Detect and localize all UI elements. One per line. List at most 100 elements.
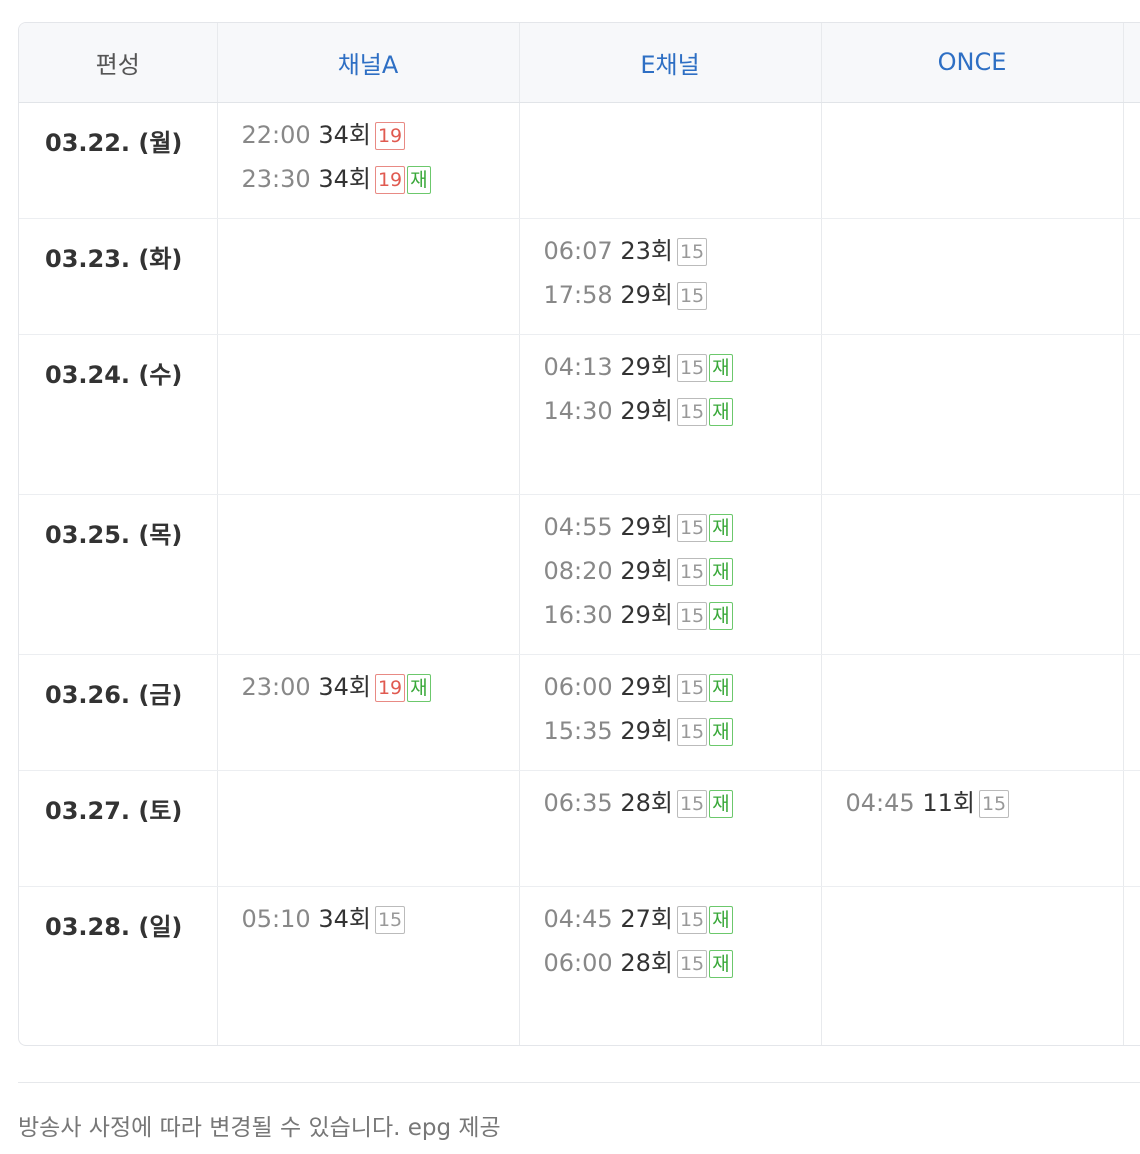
schedule-row: 03.24. (수) 04:13 29회 15 재 14:30 29회 15 재 [19, 334, 1140, 495]
table-header-row: 편성 채널A E채널 ONCE [19, 23, 1140, 103]
airing-entry[interactable]: 04:13 29회 15 재 [544, 345, 821, 389]
airing-entry[interactable]: 06:35 28회 15 재 [544, 781, 821, 825]
airing-time: 23:00 [241, 672, 311, 701]
rerun-badge: 재 [709, 353, 733, 382]
schedule-cell: 05:10 34회 15 [217, 886, 520, 1045]
airing-time: 04:13 [543, 352, 613, 381]
schedule-cell [821, 886, 1124, 1045]
airing-time: 16:30 [543, 600, 613, 629]
episode-number: 29회 [620, 280, 673, 309]
schedule-date: 03.24. (수) [19, 334, 218, 495]
airing-entry[interactable]: 05:10 34회 15 [242, 897, 519, 941]
schedule-date: 03.22. (월) [19, 102, 218, 219]
rerun-badge: 재 [407, 673, 431, 702]
schedule-cell [217, 770, 520, 887]
age-rating-badge: 15 [676, 717, 708, 746]
rerun-badge: 재 [709, 905, 733, 934]
schedule-cell: 06:35 28회 15 재 [519, 770, 822, 887]
rerun-badge: 재 [709, 673, 733, 702]
rerun-badge: 재 [709, 397, 733, 426]
schedule-date: 03.26. (금) [19, 654, 218, 771]
schedule-cell: 06:00 29회 15 재 15:35 29회 15 재 [519, 654, 822, 771]
airing-entry[interactable]: 06:07 23회 15 [544, 229, 821, 273]
schedule-date: 03.23. (화) [19, 218, 218, 335]
episode-number: 28회 [620, 948, 673, 977]
header-channel-a[interactable]: 채널A [217, 23, 520, 103]
schedule-cell: 04:55 29회 15 재 08:20 29회 15 재 16:30 29회 15 재 [519, 494, 822, 655]
airing-entry[interactable]: 17:58 29회 15 [544, 273, 821, 317]
airing-entry[interactable]: 08:20 29회 15 재 [544, 549, 821, 593]
airing-entry[interactable]: 23:30 34회 19 재 [242, 157, 519, 201]
age-rating-badge: 19 [374, 673, 406, 702]
airing-time: 06:00 [543, 672, 613, 701]
rerun-badge: 재 [709, 513, 733, 542]
schedule-cell [1123, 102, 1140, 219]
schedule-cell [1123, 770, 1140, 887]
airing-time: 23:30 [241, 164, 311, 193]
schedule-cell: 04:45 27회 15 재 06:00 28회 15 재 [519, 886, 822, 1045]
header-schedule: 편성 [19, 23, 218, 103]
episode-number: 29회 [620, 672, 673, 701]
schedule-cell [1123, 886, 1140, 1045]
airing-time: 05:10 [241, 904, 311, 933]
schedule-cell [821, 102, 1124, 219]
episode-number: 29회 [620, 396, 673, 425]
schedule-cell [821, 654, 1124, 771]
episode-number: 29회 [620, 716, 673, 745]
airing-entry[interactable]: 15:35 29회 15 재 [544, 709, 821, 753]
age-rating-badge: 15 [676, 513, 708, 542]
episode-number: 29회 [620, 352, 673, 381]
schedule-row: 03.28. (일) 05:10 34회 15 04:45 27회 15 재 06:00 2… [19, 886, 1140, 1045]
episode-number: 34회 [318, 672, 371, 701]
airing-entry[interactable]: 16:30 29회 15 재 [544, 593, 821, 637]
episode-number: 11회 [922, 788, 975, 817]
airing-entry[interactable]: 23:00 34회 19 재 [242, 665, 519, 709]
schedule-cell [217, 218, 520, 335]
airing-time: 06:35 [543, 788, 613, 817]
schedule-cell [217, 494, 520, 655]
episode-number: 27회 [620, 904, 673, 933]
episode-number: 34회 [318, 164, 371, 193]
airing-entry[interactable]: 06:00 28회 15 재 [544, 941, 821, 985]
age-rating-badge: 15 [676, 353, 708, 382]
age-rating-badge: 15 [978, 789, 1010, 818]
airing-time: 15:35 [543, 716, 613, 745]
airing-entry[interactable]: 04:45 27회 15 재 [544, 897, 821, 941]
schedule-cell: 23:00 34회 19 재 [217, 654, 520, 771]
age-rating-badge: 19 [374, 121, 406, 150]
episode-number: 29회 [620, 600, 673, 629]
schedule-cell: 22:00 34회 19 23:30 34회 19 재 [217, 102, 520, 219]
age-rating-badge: 15 [676, 789, 708, 818]
schedule-cell [821, 218, 1124, 335]
header-once[interactable]: ONCE [821, 23, 1124, 103]
header-e-channel[interactable]: E채널 [519, 23, 822, 103]
schedule-date: 03.25. (목) [19, 494, 218, 655]
airing-time: 06:00 [543, 948, 613, 977]
schedule-date: 03.28. (일) [19, 886, 218, 1045]
airing-time: 17:58 [543, 280, 613, 309]
schedule-cell: 06:07 23회 15 17:58 29회 15 [519, 218, 822, 335]
schedule-cell [1123, 218, 1140, 335]
episode-number: 34회 [318, 904, 371, 933]
rerun-badge: 재 [407, 165, 431, 194]
schedule-row: 03.22. (월) 22:00 34회 19 23:30 34회 19 재 [19, 102, 1140, 219]
schedule-cell [821, 334, 1124, 495]
schedule-cell [217, 334, 520, 495]
airing-time: 22:00 [241, 120, 311, 149]
age-rating-badge: 15 [676, 557, 708, 586]
airing-entry[interactable]: 04:55 29회 15 재 [544, 505, 821, 549]
airing-entry[interactable]: 06:00 29회 15 재 [544, 665, 821, 709]
age-rating-badge: 15 [676, 397, 708, 426]
airing-time: 08:20 [543, 556, 613, 585]
airing-entry[interactable]: 14:30 29회 15 재 [544, 389, 821, 433]
schedule-cell: 04:45 11회 15 [821, 770, 1124, 887]
age-rating-badge: 15 [676, 673, 708, 702]
rerun-badge: 재 [709, 601, 733, 630]
footer-note: 방송사 사정에 따라 변경될 수 있습니다. epg 제공 [18, 1115, 501, 1141]
airing-entry[interactable]: 04:45 11회 15 [846, 781, 1123, 825]
airing-time: 04:45 [543, 904, 613, 933]
schedule-row: 03.27. (토) 06:35 28회 15 재 04:45 11회 15 [19, 770, 1140, 887]
footer-divider [18, 1082, 1140, 1083]
airing-entry[interactable]: 22:00 34회 19 [242, 113, 519, 157]
rerun-badge: 재 [709, 557, 733, 586]
